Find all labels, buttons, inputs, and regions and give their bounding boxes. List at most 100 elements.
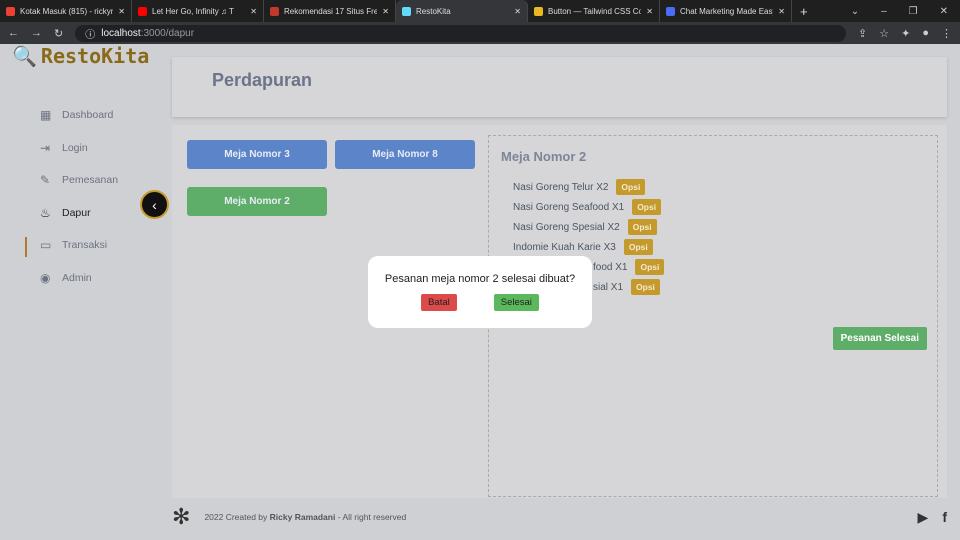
sidebar-item-label: Dashboard: [62, 109, 114, 122]
active-indicator: [25, 237, 27, 257]
order-item-name: Nasi Goreng Spesial X2: [513, 221, 620, 233]
user-icon: ◉: [40, 270, 51, 285]
sidebar-item-login[interactable]: ⇥ Login: [40, 132, 118, 165]
info-icon: ⓘ: [85, 29, 96, 41]
favicon-icon: [402, 6, 411, 16]
confirm-dialog: Pesanan meja nomor 2 selesai dibuat? Bat…: [368, 256, 592, 328]
tab-title: Button — Tailwind CSS Cor: [548, 6, 642, 16]
order-item: Nasi Goreng Seafood X1 Opsi: [513, 197, 664, 217]
order-item: Nasi Goreng Telur X2 Opsi: [513, 177, 664, 197]
order-item: Indomie Kuah Karie X3 Opsi: [513, 237, 664, 257]
edit-icon: ✎: [40, 173, 51, 188]
logo-icon: ✻: [172, 504, 191, 529]
chevron-left-icon: ‹: [152, 196, 157, 213]
back-icon[interactable]: ←: [8, 27, 19, 39]
minimize-button[interactable]: –: [881, 6, 887, 17]
extensions-icon[interactable]: ✦: [901, 27, 910, 40]
sidebar-item-label: Admin: [62, 271, 92, 284]
browser-tab[interactable]: Chat Marketing Made Easy ✕: [660, 0, 792, 22]
bookmark-icon[interactable]: ☆: [879, 27, 889, 40]
address-bar-row: ← → ↻ ⓘ localhost:3000/dapur ⇪ ☆ ✦ ● ⋮: [0, 22, 960, 44]
menu-icon[interactable]: ⋮: [941, 27, 952, 40]
close-tab-icon[interactable]: ✕: [514, 7, 521, 16]
favicon-icon: [534, 6, 543, 16]
url-input[interactable]: ⓘ localhost:3000/dapur: [75, 24, 847, 42]
order-item-name: Nasi Goreng Telur X2: [513, 181, 609, 193]
browser-tab[interactable]: Let Her Go, Infinity ♫ T ✕: [132, 0, 264, 22]
close-tab-icon[interactable]: ✕: [382, 7, 389, 16]
opsi-button[interactable]: Opsi: [616, 179, 646, 195]
sidebar-item-pemesanan[interactable]: ✎ Pemesanan: [40, 164, 118, 197]
opsi-button[interactable]: Opsi: [623, 239, 653, 255]
browser-tab[interactable]: RestoKita ✕: [396, 0, 528, 22]
collapse-sidebar-button[interactable]: ‹: [140, 190, 169, 219]
new-tab-button[interactable]: +: [792, 4, 816, 19]
search-food-icon: 🔍: [12, 44, 37, 68]
footer-prefix: 2022 Created by: [204, 512, 268, 522]
sidebar-nav: ▦ Dashboard ⇥ Login ✎ Pemesanan ♨ Dapur ▭ Transak…: [40, 99, 118, 294]
table-button[interactable]: Meja Nomor 3: [187, 140, 327, 169]
sidebar-item-label: Dapur: [62, 206, 91, 219]
browser-tab[interactable]: Kotak Masuk (815) - rickyra ✕: [0, 0, 132, 22]
youtube-icon[interactable]: ▶: [918, 509, 929, 526]
sidebar-item-label: Pemesanan: [62, 174, 119, 187]
profile-avatar[interactable]: ●: [922, 27, 929, 39]
restore-button[interactable]: ❐: [909, 6, 918, 17]
order-item-name: Indomie Kuah Karie X3: [513, 241, 616, 253]
browser-tab[interactable]: Button — Tailwind CSS Cor ✕: [528, 0, 660, 22]
close-window-button[interactable]: ✕: [940, 6, 948, 17]
reload-icon[interactable]: ↻: [54, 27, 63, 40]
opsi-button[interactable]: Opsi: [635, 259, 665, 275]
logo: 🔍 RestoKita: [12, 44, 149, 68]
favicon-icon: [666, 6, 675, 16]
tab-search-icon[interactable]: ⌄: [851, 6, 859, 17]
brand-name: RestoKita: [40, 44, 150, 68]
url-path: :3000/dapur: [140, 27, 195, 39]
fire-icon: ♨: [40, 205, 51, 220]
tab-title: Let Her Go, Infinity ♫ T: [152, 6, 234, 16]
opsi-button[interactable]: Opsi: [631, 279, 660, 295]
close-tab-icon[interactable]: ✕: [646, 7, 653, 16]
sidebar-item-dashboard[interactable]: ▦ Dashboard: [40, 99, 118, 132]
tab-title: RestoKita: [416, 6, 451, 16]
sidebar-item-label: Login: [62, 141, 88, 154]
opsi-button[interactable]: Opsi: [627, 219, 657, 235]
url-host: localhost: [101, 27, 141, 39]
favicon-icon: [270, 6, 279, 16]
share-icon[interactable]: ⇪: [858, 27, 867, 40]
tab-bar: Kotak Masuk (815) - rickyra ✕ Let Her Go, …: [0, 0, 960, 22]
order-item-name: Nasi Goreng Seafood X1: [513, 201, 625, 213]
sidebar-item-admin[interactable]: ◉ Admin: [40, 262, 118, 295]
favicon-icon: [138, 6, 147, 16]
forward-icon[interactable]: →: [31, 27, 42, 39]
tab-title: Rekomendasi 17 Situs Free: [284, 6, 378, 16]
tab-title: Kotak Masuk (815) - rickyra: [20, 6, 114, 16]
order-done-button[interactable]: Pesanan Selesai: [832, 327, 927, 350]
sidebar-item-label: Transaksi: [62, 239, 108, 252]
table-button[interactable]: Meja Nomor 2: [187, 187, 327, 216]
order-item: Nasi Goreng Spesial X2 Opsi: [513, 217, 664, 237]
sidebar-item-transaksi[interactable]: ▭ Transaksi: [40, 229, 118, 262]
login-icon: ⇥: [40, 140, 51, 155]
grid-icon: ▦: [40, 108, 52, 123]
cancel-button[interactable]: Batal: [421, 294, 457, 311]
sidebar-item-dapur[interactable]: ♨ Dapur: [40, 197, 118, 230]
footer-suffix: - All right reserved: [337, 512, 407, 522]
table-button[interactable]: Meja Nomor 8: [335, 140, 475, 169]
close-tab-icon[interactable]: ✕: [250, 7, 257, 16]
tab-title: Chat Marketing Made Easy: [680, 6, 774, 16]
favicon-icon: [6, 6, 15, 16]
facebook-icon[interactable]: f: [942, 509, 947, 526]
dialog-message: Pesanan meja nomor 2 selesai dibuat?: [384, 273, 576, 285]
footer-author: Ricky Ramadani: [269, 512, 336, 522]
close-tab-icon[interactable]: ✕: [778, 7, 785, 16]
opsi-button[interactable]: Opsi: [632, 199, 662, 215]
cash-icon: ▭: [40, 238, 52, 253]
page-header: Perdapuran: [172, 57, 947, 117]
browser-tab[interactable]: Rekomendasi 17 Situs Free ✕: [264, 0, 396, 22]
page-title: Perdapuran: [212, 70, 313, 90]
footer: ✻ 2022 Created by Ricky Ramadani - All r…: [172, 503, 947, 531]
order-title: Meja Nomor 2: [501, 149, 587, 164]
confirm-button[interactable]: Selesai: [493, 294, 539, 311]
close-tab-icon[interactable]: ✕: [118, 7, 125, 16]
